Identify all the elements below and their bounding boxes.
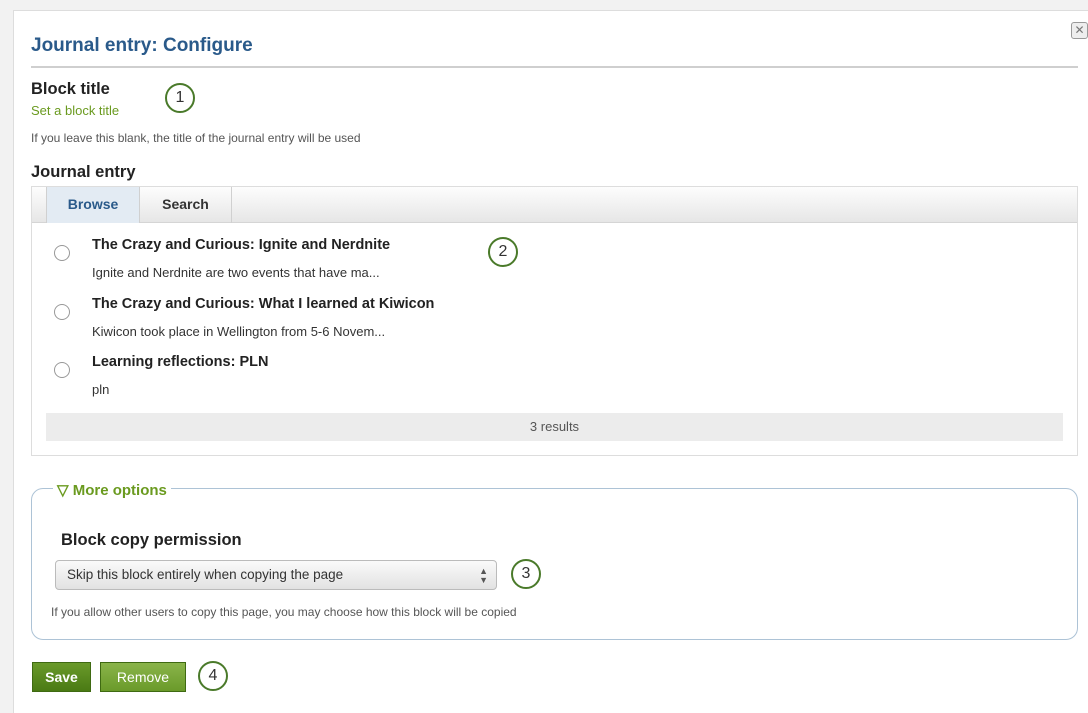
callout-2: 2 bbox=[488, 237, 518, 267]
close-icon[interactable]: ✕ bbox=[1071, 22, 1088, 39]
save-button[interactable]: Save bbox=[32, 662, 91, 692]
set-block-title-link[interactable]: Set a block title bbox=[31, 103, 119, 118]
callout-4: 4 bbox=[198, 661, 228, 691]
entry-excerpt: Ignite and Nerdnite are two events that … bbox=[92, 265, 380, 280]
callout-1: 1 bbox=[165, 83, 195, 113]
entry-title: The Crazy and Curious: Ignite and Nerdni… bbox=[92, 237, 391, 253]
block-copy-permission-label: Block copy permission bbox=[61, 531, 242, 549]
callout-3: 3 bbox=[511, 559, 541, 589]
more-options-toggle[interactable]: ▽ More options bbox=[53, 481, 171, 499]
block-title-label: Block title bbox=[31, 80, 110, 98]
tab-bar: Browse Search bbox=[32, 187, 1077, 223]
remove-button[interactable]: Remove bbox=[100, 662, 186, 692]
entry-title: The Crazy and Curious: What I learned at… bbox=[92, 296, 435, 312]
results-count: 3 results bbox=[46, 413, 1063, 441]
journal-entry-label: Journal entry bbox=[31, 163, 136, 181]
copy-permission-hint: If you allow other users to copy this pa… bbox=[51, 605, 517, 619]
radio-icon[interactable] bbox=[54, 245, 70, 261]
entry-excerpt: Kiwicon took place in Wellington from 5-… bbox=[92, 324, 386, 339]
list-item[interactable]: Learning reflections: PLN pln bbox=[32, 352, 1077, 410]
radio-icon[interactable] bbox=[54, 304, 70, 320]
tab-search[interactable]: Search bbox=[140, 187, 232, 223]
copy-permission-value: Skip this block entirely when copying th… bbox=[67, 567, 344, 582]
list-item[interactable]: The Crazy and Curious: What I learned at… bbox=[32, 294, 1077, 352]
tab-browse[interactable]: Browse bbox=[46, 187, 140, 223]
radio-icon[interactable] bbox=[54, 362, 70, 378]
dialog-title: Journal entry: Configure bbox=[31, 35, 253, 56]
list-item[interactable]: The Crazy and Curious: Ignite and Nerdni… bbox=[32, 235, 1077, 293]
journal-entry-chooser: Browse Search The Crazy and Curious: Ign… bbox=[31, 186, 1078, 456]
copy-permission-select[interactable]: Skip this block entirely when copying th… bbox=[55, 560, 497, 590]
entry-excerpt: pln bbox=[92, 382, 110, 397]
block-title-hint: If you leave this blank, the title of th… bbox=[31, 131, 361, 145]
title-divider bbox=[31, 66, 1078, 68]
entry-title: Learning reflections: PLN bbox=[92, 354, 269, 370]
select-arrows-icon: ▲ ▼ bbox=[479, 566, 488, 585]
